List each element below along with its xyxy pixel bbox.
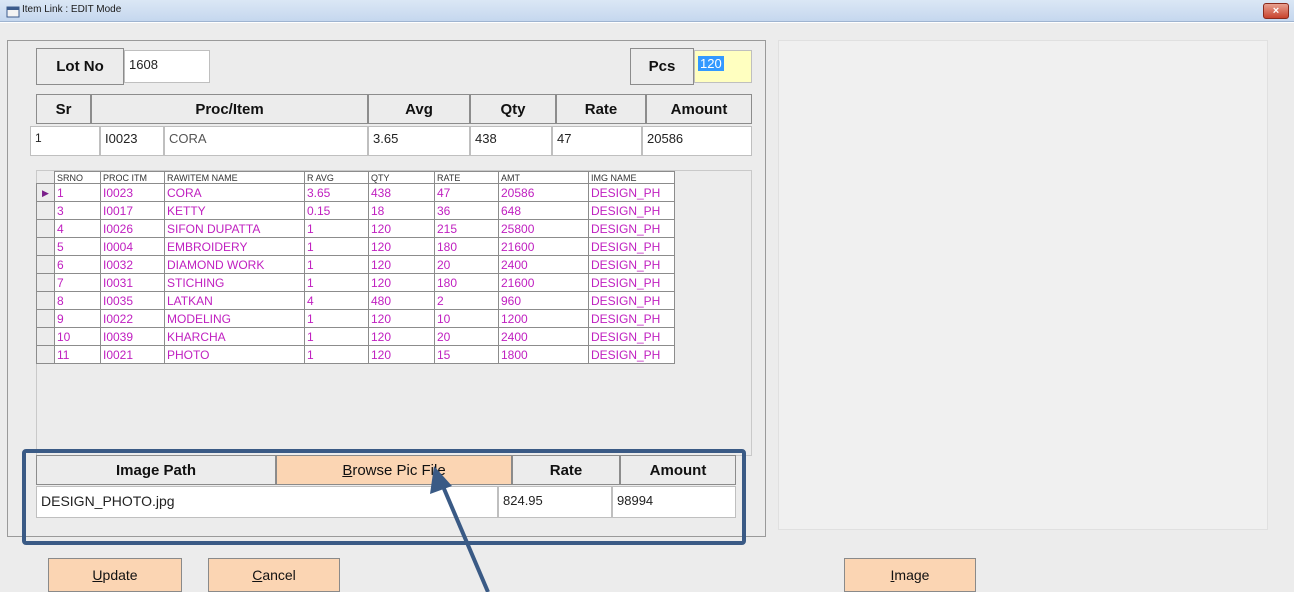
arrow-shaft — [440, 483, 490, 592]
arrow-head — [430, 466, 452, 494]
arrow-annotation — [430, 466, 490, 592]
